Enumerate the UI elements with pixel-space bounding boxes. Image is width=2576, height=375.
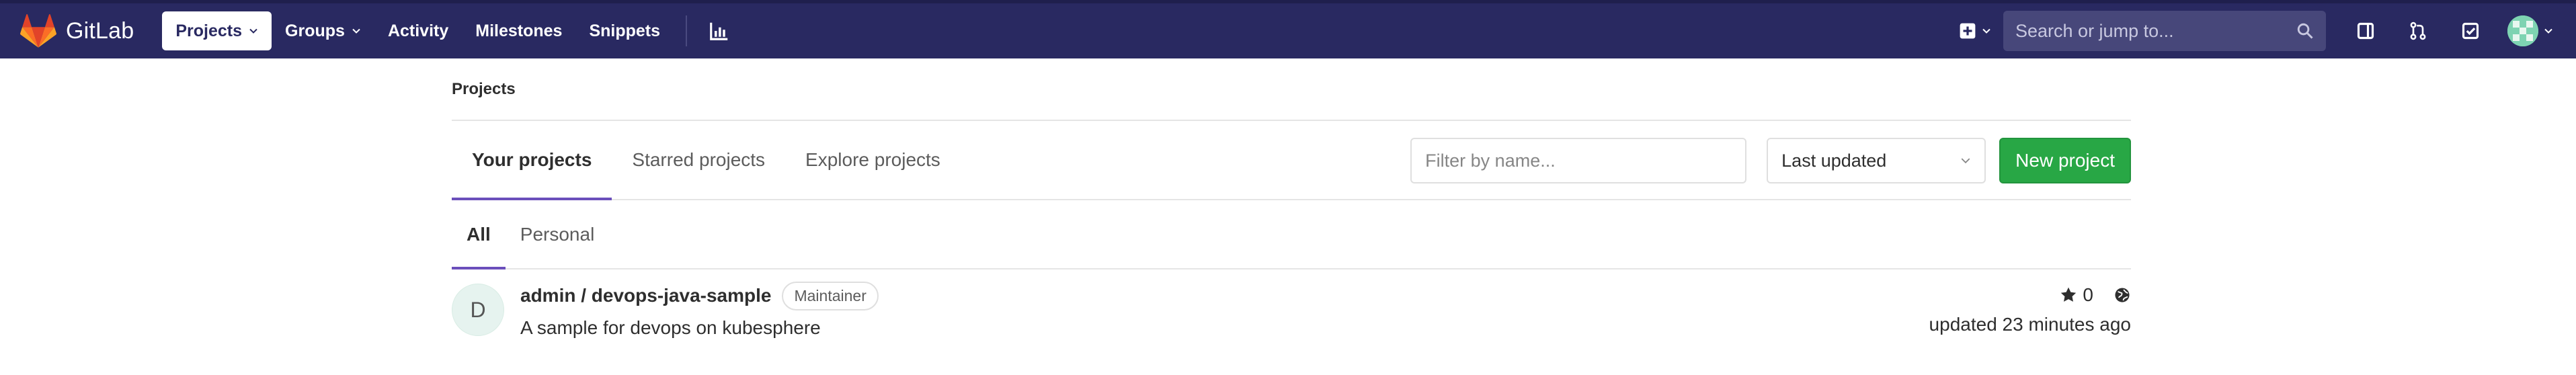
nav-groups-dropdown[interactable]: Groups xyxy=(272,11,374,50)
star-icon xyxy=(2061,287,2077,302)
main-nav: Projects Groups Activity Milestones Snip… xyxy=(162,3,739,58)
role-badge: Maintainer xyxy=(782,281,879,310)
avatar xyxy=(2507,15,2538,46)
todo-check-icon xyxy=(2462,22,2479,40)
nav-snippets-link[interactable]: Snippets xyxy=(575,11,674,50)
analytics-button[interactable] xyxy=(699,11,739,50)
project-name-link[interactable]: admin / devops-java-sample xyxy=(520,285,771,306)
new-project-button[interactable]: New project xyxy=(1999,138,2131,183)
chevron-down-icon xyxy=(249,28,257,34)
nav-milestones-label: Milestones xyxy=(475,21,563,40)
top-navbar: GitLab Projects Groups Activity Mileston… xyxy=(0,0,2576,58)
navbar-right xyxy=(1959,3,2553,58)
nav-activity-link[interactable]: Activity xyxy=(374,11,462,50)
user-menu-dropdown[interactable] xyxy=(2507,15,2553,46)
merge-requests-button[interactable] xyxy=(2392,11,2444,51)
chart-icon xyxy=(710,22,728,40)
tab-your-projects[interactable]: Your projects xyxy=(452,121,612,200)
nav-divider xyxy=(686,15,688,46)
project-filter-subtabs: All Personal xyxy=(452,200,2131,269)
brand-name: GitLab xyxy=(66,17,134,44)
tab-label: Explore projects xyxy=(805,149,940,170)
projects-tabs: Your projects Starred projects Explore p… xyxy=(452,121,2131,200)
identicon-icon xyxy=(2507,15,2538,46)
main-content: Projects Your projects Starred projects … xyxy=(452,58,2131,350)
subtab-personal[interactable]: Personal xyxy=(506,200,610,268)
project-title-line: admin / devops-java-sample Maintainer xyxy=(520,281,879,310)
project-info: admin / devops-java-sample Maintainer A … xyxy=(520,281,879,339)
plus-square-icon xyxy=(1960,23,1976,39)
project-list-item[interactable]: D admin / devops-java-sample Maintainer … xyxy=(452,269,2131,350)
sidebar-icon xyxy=(2357,22,2374,40)
sort-selected-value: Last updated xyxy=(1781,150,1887,171)
tab-label: Your projects xyxy=(472,149,592,170)
merge-request-icon xyxy=(2410,22,2426,40)
issues-button[interactable] xyxy=(2339,11,2392,51)
gitlab-logo-icon xyxy=(20,14,56,48)
breadcrumb-projects[interactable]: Projects xyxy=(452,80,516,99)
global-search[interactable] xyxy=(2003,11,2326,51)
chevron-down-icon xyxy=(1982,28,1990,34)
nav-activity-label: Activity xyxy=(387,21,449,40)
subtab-label: All xyxy=(467,223,491,245)
filter-by-name-input[interactable] xyxy=(1410,138,1747,183)
nav-projects-label: Projects xyxy=(175,21,243,40)
chevron-down-icon xyxy=(1961,158,1970,164)
nav-snippets-label: Snippets xyxy=(589,21,661,40)
project-stats: 0 xyxy=(2060,284,2131,306)
new-dropdown[interactable] xyxy=(1959,22,1991,40)
sort-dropdown[interactable]: Last updated xyxy=(1767,138,1986,183)
chevron-down-icon xyxy=(352,28,360,34)
chevron-down-icon xyxy=(2544,28,2552,34)
updated-time: updated 23 minutes ago xyxy=(1929,314,2131,335)
subtab-label: Personal xyxy=(520,223,595,245)
breadcrumb: Projects xyxy=(452,58,2131,121)
subtab-all[interactable]: All xyxy=(452,200,506,269)
nav-groups-label: Groups xyxy=(285,21,345,40)
search-input[interactable] xyxy=(2015,20,2296,42)
nav-projects-dropdown[interactable]: Projects xyxy=(162,11,272,50)
nav-milestones-link[interactable]: Milestones xyxy=(462,11,575,50)
tab-label: Starred projects xyxy=(632,149,766,170)
tab-explore-projects[interactable]: Explore projects xyxy=(785,121,961,199)
project-tools: Last updated New project xyxy=(1410,121,2131,200)
star-count[interactable]: 0 xyxy=(2060,284,2093,306)
todos-button[interactable] xyxy=(2444,11,2497,51)
globe-icon xyxy=(2115,288,2130,302)
star-count-value: 0 xyxy=(2083,284,2093,305)
search-icon xyxy=(2297,23,2313,39)
project-meta: 0 updated 23 minutes ago xyxy=(1929,269,2131,350)
project-avatar[interactable]: D xyxy=(452,284,504,336)
tab-starred-projects[interactable]: Starred projects xyxy=(612,121,785,199)
project-description: A sample for devops on kubesphere xyxy=(520,317,821,338)
gitlab-brand[interactable]: GitLab xyxy=(20,3,134,58)
